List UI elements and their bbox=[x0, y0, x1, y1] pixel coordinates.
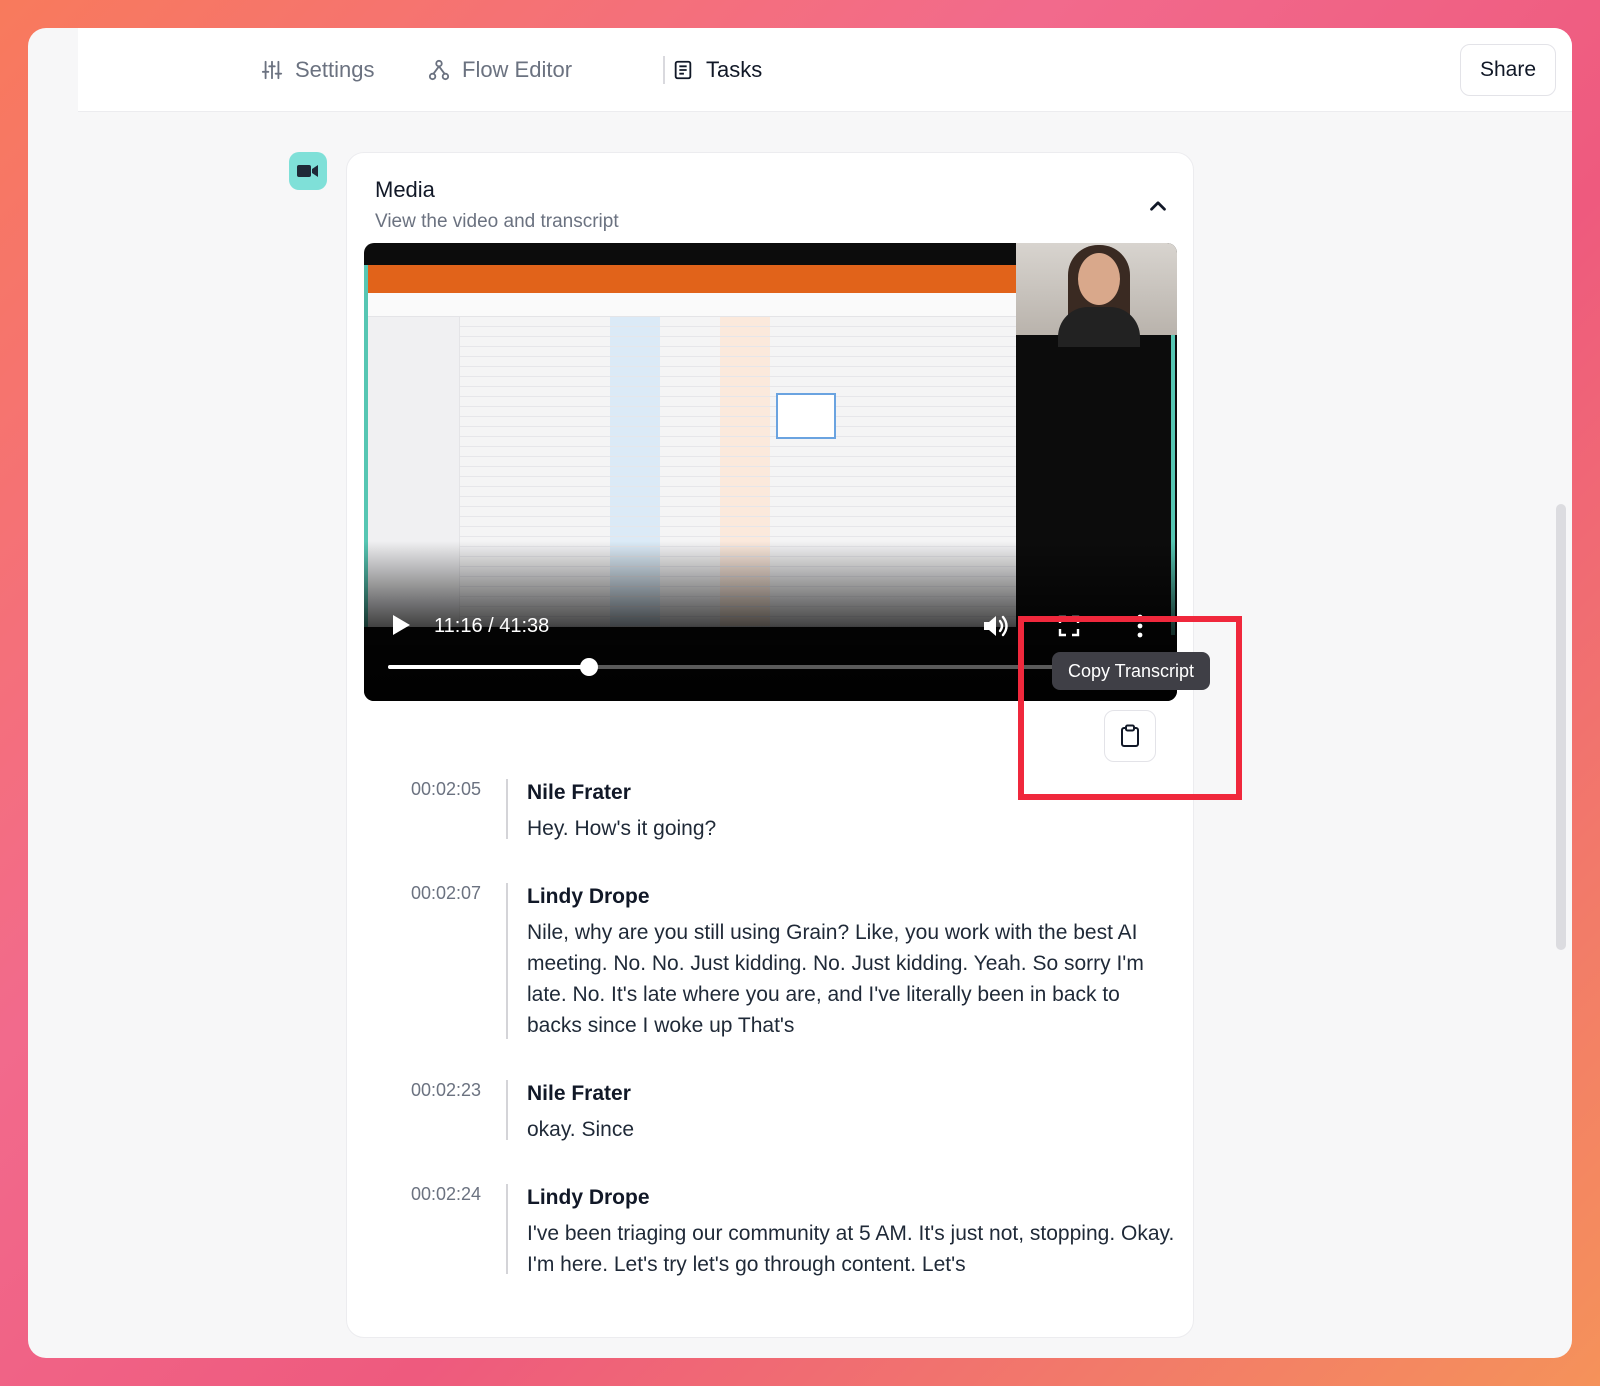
fullscreen-icon[interactable] bbox=[1058, 615, 1080, 637]
flow-icon bbox=[428, 59, 450, 81]
video-timecode: 11:16 / 41:38 bbox=[434, 615, 550, 637]
transcript-timestamp: 00:02:07 bbox=[411, 883, 482, 903]
transcript-text: okay. Since bbox=[527, 1118, 634, 1141]
media-card: Media View the video and transcript 11:1… bbox=[346, 152, 1194, 1338]
nav-settings-label: Settings bbox=[295, 57, 375, 82]
play-icon[interactable] bbox=[390, 613, 412, 637]
transcript-timestamp: 00:02:24 bbox=[411, 1184, 482, 1204]
media-step-badge bbox=[289, 152, 327, 190]
clipboard-icon bbox=[1121, 724, 1139, 747]
top-nav: Settings Flow Editor Tasks Share bbox=[78, 28, 1572, 112]
scrollbar[interactable] bbox=[1556, 504, 1566, 950]
more-vertical-icon[interactable] bbox=[1134, 613, 1146, 639]
transcript-speaker: Lindy Drope bbox=[527, 885, 650, 908]
app-window: Settings Flow Editor Tasks Share Media V… bbox=[28, 28, 1572, 1358]
transcript-timestamp: 00:02:23 bbox=[411, 1080, 482, 1100]
transcript-timestamp: 00:02:05 bbox=[411, 779, 482, 799]
transcript-speaker: Nile Frater bbox=[527, 1082, 631, 1105]
copy-transcript-button[interactable] bbox=[1104, 710, 1156, 762]
sliders-icon bbox=[261, 60, 283, 80]
share-button[interactable]: Share bbox=[1460, 44, 1556, 96]
video-camera-icon bbox=[297, 165, 318, 177]
nav-tasks-label: Tasks bbox=[706, 57, 763, 82]
media-subtitle: View the video and transcript bbox=[375, 211, 619, 232]
video-progress-track[interactable] bbox=[388, 658, 1128, 676]
tasks-icon bbox=[674, 60, 692, 80]
volume-icon[interactable] bbox=[982, 613, 1010, 639]
transcript-speaker: Lindy Drope bbox=[527, 1186, 650, 1209]
nav-flow-editor[interactable]: Flow Editor bbox=[428, 54, 572, 86]
transcript-text: Hey. How's it going? bbox=[527, 817, 717, 840]
nav-settings[interactable]: Settings bbox=[261, 54, 375, 86]
video-progress-fill bbox=[388, 665, 590, 669]
transcript-speaker: Nile Frater bbox=[527, 781, 631, 804]
chevron-up-icon[interactable] bbox=[1145, 193, 1171, 219]
nav-tasks[interactable]: Tasks bbox=[672, 54, 762, 86]
media-title: Media bbox=[375, 177, 435, 202]
copy-transcript-tooltip: Copy Transcript bbox=[1052, 652, 1210, 690]
transcript-text: Nile, why are you still using Grain? Lik… bbox=[527, 921, 1144, 1037]
nav-flow-editor-label: Flow Editor bbox=[462, 57, 573, 82]
video-webcam-thumbnail bbox=[1016, 243, 1177, 347]
nav-divider bbox=[663, 56, 665, 84]
transcript-text: I've been triaging our community at 5 AM… bbox=[527, 1222, 1175, 1276]
video-player[interactable]: 11:16 / 41:38 bbox=[364, 243, 1177, 701]
